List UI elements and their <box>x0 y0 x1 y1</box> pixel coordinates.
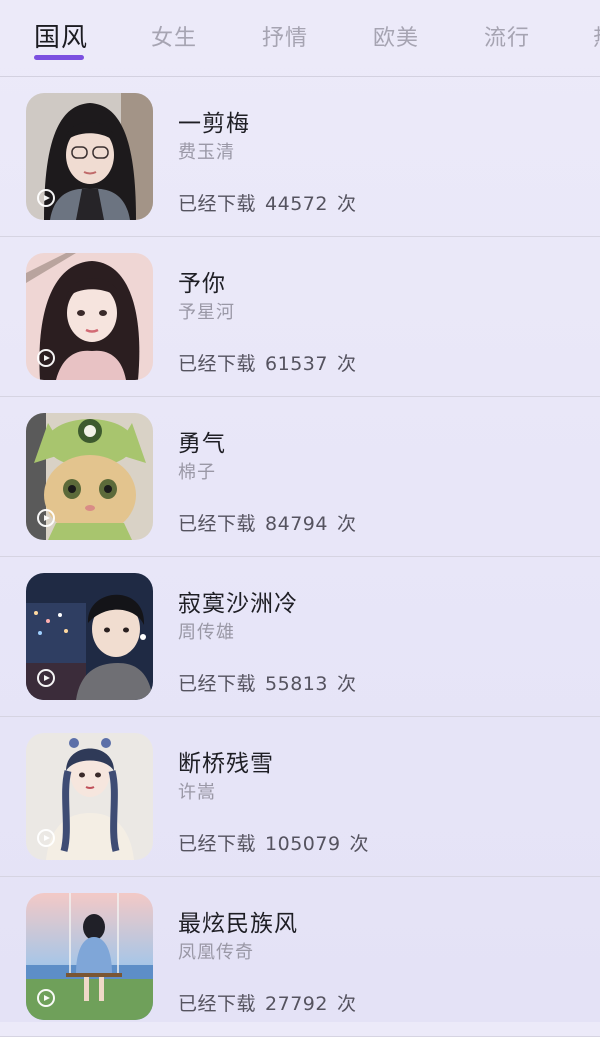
song-title: 断桥残雪 <box>178 751 274 777</box>
download-number: 84794 <box>265 513 328 535</box>
song-title: 勇气 <box>178 431 226 457</box>
song-artist: 周传雄 <box>178 622 235 643</box>
download-prefix: 已经下载 <box>178 353 257 375</box>
download-number: 44572 <box>265 193 328 215</box>
play-circle-icon[interactable] <box>37 989 55 1007</box>
play-circle-icon[interactable] <box>37 829 55 847</box>
song-artist: 许嵩 <box>178 782 216 803</box>
download-number: 61537 <box>265 353 328 375</box>
song-cover[interactable] <box>26 573 153 700</box>
song-title: 一剪梅 <box>178 111 250 137</box>
song-list: 一剪梅 费玉清 已经下载 44572 次 予你 予星河 已经下载 61537 次 <box>0 77 600 1037</box>
download-count: 已经下载 61537 次 <box>178 349 356 376</box>
play-circle-icon[interactable] <box>37 509 55 527</box>
download-number: 105079 <box>265 833 341 855</box>
active-tab-indicator <box>34 55 84 60</box>
download-count: 已经下载 55813 次 <box>178 669 356 696</box>
download-suffix: 次 <box>349 833 370 855</box>
song-title: 予你 <box>178 271 226 297</box>
song-row[interactable]: 一剪梅 费玉清 已经下载 44572 次 <box>0 77 600 237</box>
download-suffix: 次 <box>336 193 357 215</box>
play-circle-icon[interactable] <box>37 669 55 687</box>
song-cover[interactable] <box>26 93 153 220</box>
play-circle-icon[interactable] <box>37 189 55 207</box>
download-prefix: 已经下载 <box>178 193 257 215</box>
download-suffix: 次 <box>336 673 357 695</box>
song-row[interactable]: 寂寞沙洲冷 周传雄 已经下载 55813 次 <box>0 557 600 717</box>
tab-guofeng[interactable]: 国风 <box>34 17 88 54</box>
download-count: 已经下载 27792 次 <box>178 989 356 1016</box>
download-number: 55813 <box>265 673 328 695</box>
song-cover[interactable] <box>26 733 153 860</box>
download-count: 已经下载 84794 次 <box>178 509 356 536</box>
download-suffix: 次 <box>336 353 357 375</box>
song-artist: 予星河 <box>178 302 235 323</box>
song-row[interactable]: 最炫民族风 凤凰传奇 已经下载 27792 次 <box>0 877 600 1037</box>
song-row[interactable]: 予你 予星河 已经下载 61537 次 <box>0 237 600 397</box>
download-prefix: 已经下载 <box>178 513 257 535</box>
song-row[interactable]: 勇气 棉子 已经下载 84794 次 <box>0 397 600 557</box>
play-circle-icon[interactable] <box>37 349 55 367</box>
category-tab-bar: 国风 女生 抒情 欧美 流行 热 <box>0 0 600 77</box>
song-cover[interactable] <box>26 893 153 1020</box>
download-count: 已经下载 105079 次 <box>178 829 369 856</box>
download-prefix: 已经下载 <box>178 673 257 695</box>
song-artist: 凤凰传奇 <box>178 942 254 963</box>
download-suffix: 次 <box>336 993 357 1015</box>
song-title: 最炫民族风 <box>178 911 298 937</box>
song-cover[interactable] <box>26 413 153 540</box>
download-count: 已经下载 44572 次 <box>178 189 356 216</box>
tab-nvsheng[interactable]: 女生 <box>151 20 197 52</box>
song-title: 寂寞沙洲冷 <box>178 591 298 617</box>
tab-oumei[interactable]: 欧美 <box>373 20 419 52</box>
song-cover[interactable] <box>26 253 153 380</box>
download-number: 27792 <box>265 993 328 1015</box>
download-prefix: 已经下载 <box>178 993 257 1015</box>
tab-shuqing[interactable]: 抒情 <box>262 20 308 52</box>
tab-liuxing[interactable]: 流行 <box>484 20 530 52</box>
download-prefix: 已经下载 <box>178 833 257 855</box>
song-row[interactable]: 断桥残雪 许嵩 已经下载 105079 次 <box>0 717 600 877</box>
song-artist: 费玉清 <box>178 142 235 163</box>
song-artist: 棉子 <box>178 462 216 483</box>
tab-re[interactable]: 热 <box>593 20 600 52</box>
download-suffix: 次 <box>336 513 357 535</box>
